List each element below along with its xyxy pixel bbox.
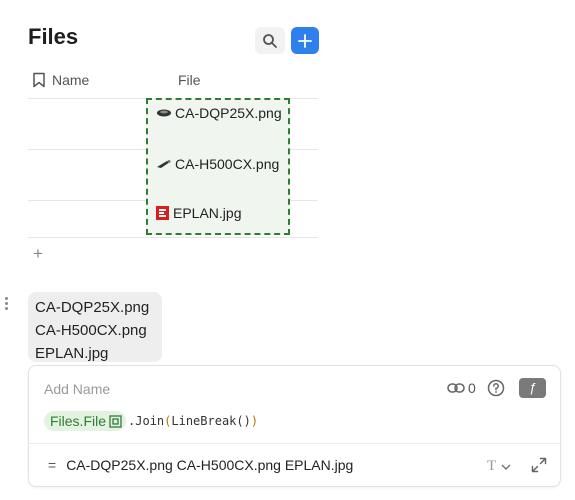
column-reference-icon [109, 414, 122, 428]
link-icon [447, 383, 465, 393]
plus-icon [298, 33, 312, 48]
formula-arg-parens: () [236, 414, 251, 428]
add-button[interactable] [291, 27, 319, 54]
cable-thumbnail-icon [157, 160, 171, 168]
file-cell[interactable]: CA-DQP25X.png [156, 105, 282, 121]
formula-paren: ) [250, 414, 259, 428]
equals-sign: = [48, 457, 57, 473]
result-line: CA-DQP25X.png [35, 299, 150, 316]
file-name: CA-H500CX.png [175, 156, 280, 172]
function-button[interactable]: ƒ [519, 378, 546, 398]
table-header: Name File [28, 64, 318, 99]
help-icon [487, 379, 505, 397]
formula-expression[interactable]: Files.File .Join ( LineBreak () ) [44, 411, 258, 431]
column-header-name-label: Name [52, 72, 90, 88]
formula-method: .Join [128, 414, 165, 428]
expand-button[interactable] [531, 457, 547, 478]
drag-handle-icon[interactable] [5, 297, 11, 312]
file-name: EPLAN.jpg [173, 205, 242, 221]
formula-result-value: CA-DQP25X.png CA-H500CX.png EPLAN.jpg [66, 457, 354, 473]
formula-reference-pill[interactable]: Files.File [44, 411, 127, 431]
result-type-select[interactable]: T [487, 458, 511, 475]
formula-result: = CA-DQP25X.png CA-H500CX.png EPLAN.jpg [48, 457, 353, 473]
result-line: EPLAN.jpg [35, 345, 109, 362]
file-column-selection[interactable]: CA-DQP25X.png CA-H500CX.png EPLAN.jpg [146, 98, 290, 235]
references-button[interactable]: 0 [447, 380, 476, 396]
search-button[interactable] [255, 27, 285, 54]
column-header-name[interactable]: Name [32, 72, 89, 88]
divider [29, 443, 560, 444]
column-header-file-label: File [178, 72, 201, 88]
formula-name-input[interactable]: Add Name [44, 381, 110, 397]
formula-result-preview: CA-DQP25X.png CA-H500CX.png EPLAN.jpg [28, 292, 162, 362]
help-button[interactable] [487, 379, 505, 402]
file-cell[interactable]: CA-H500CX.png [156, 156, 279, 172]
formula-paren: ( [164, 414, 172, 428]
column-header-file[interactable]: File [178, 72, 201, 88]
references-count: 0 [468, 380, 476, 396]
formula-arg-function: LineBreak [171, 414, 237, 428]
add-row-button[interactable]: + [33, 244, 43, 264]
chevron-down-icon [501, 463, 511, 470]
file-name: CA-DQP25X.png [175, 105, 282, 121]
result-line: CA-H500CX.png [35, 322, 147, 339]
search-icon [263, 33, 277, 48]
expand-icon [531, 457, 547, 473]
device-thumbnail-icon [157, 109, 171, 117]
formula-editor: Add Name 0 ƒ Files.File .Join ( LineBrea… [28, 365, 561, 487]
reference-label: Files.File [50, 413, 107, 429]
text-type-icon: T [487, 458, 497, 474]
bookmark-icon [33, 72, 45, 88]
page-title: Files [28, 24, 79, 49]
eplan-logo-icon [156, 206, 169, 220]
file-cell[interactable]: EPLAN.jpg [156, 205, 241, 221]
